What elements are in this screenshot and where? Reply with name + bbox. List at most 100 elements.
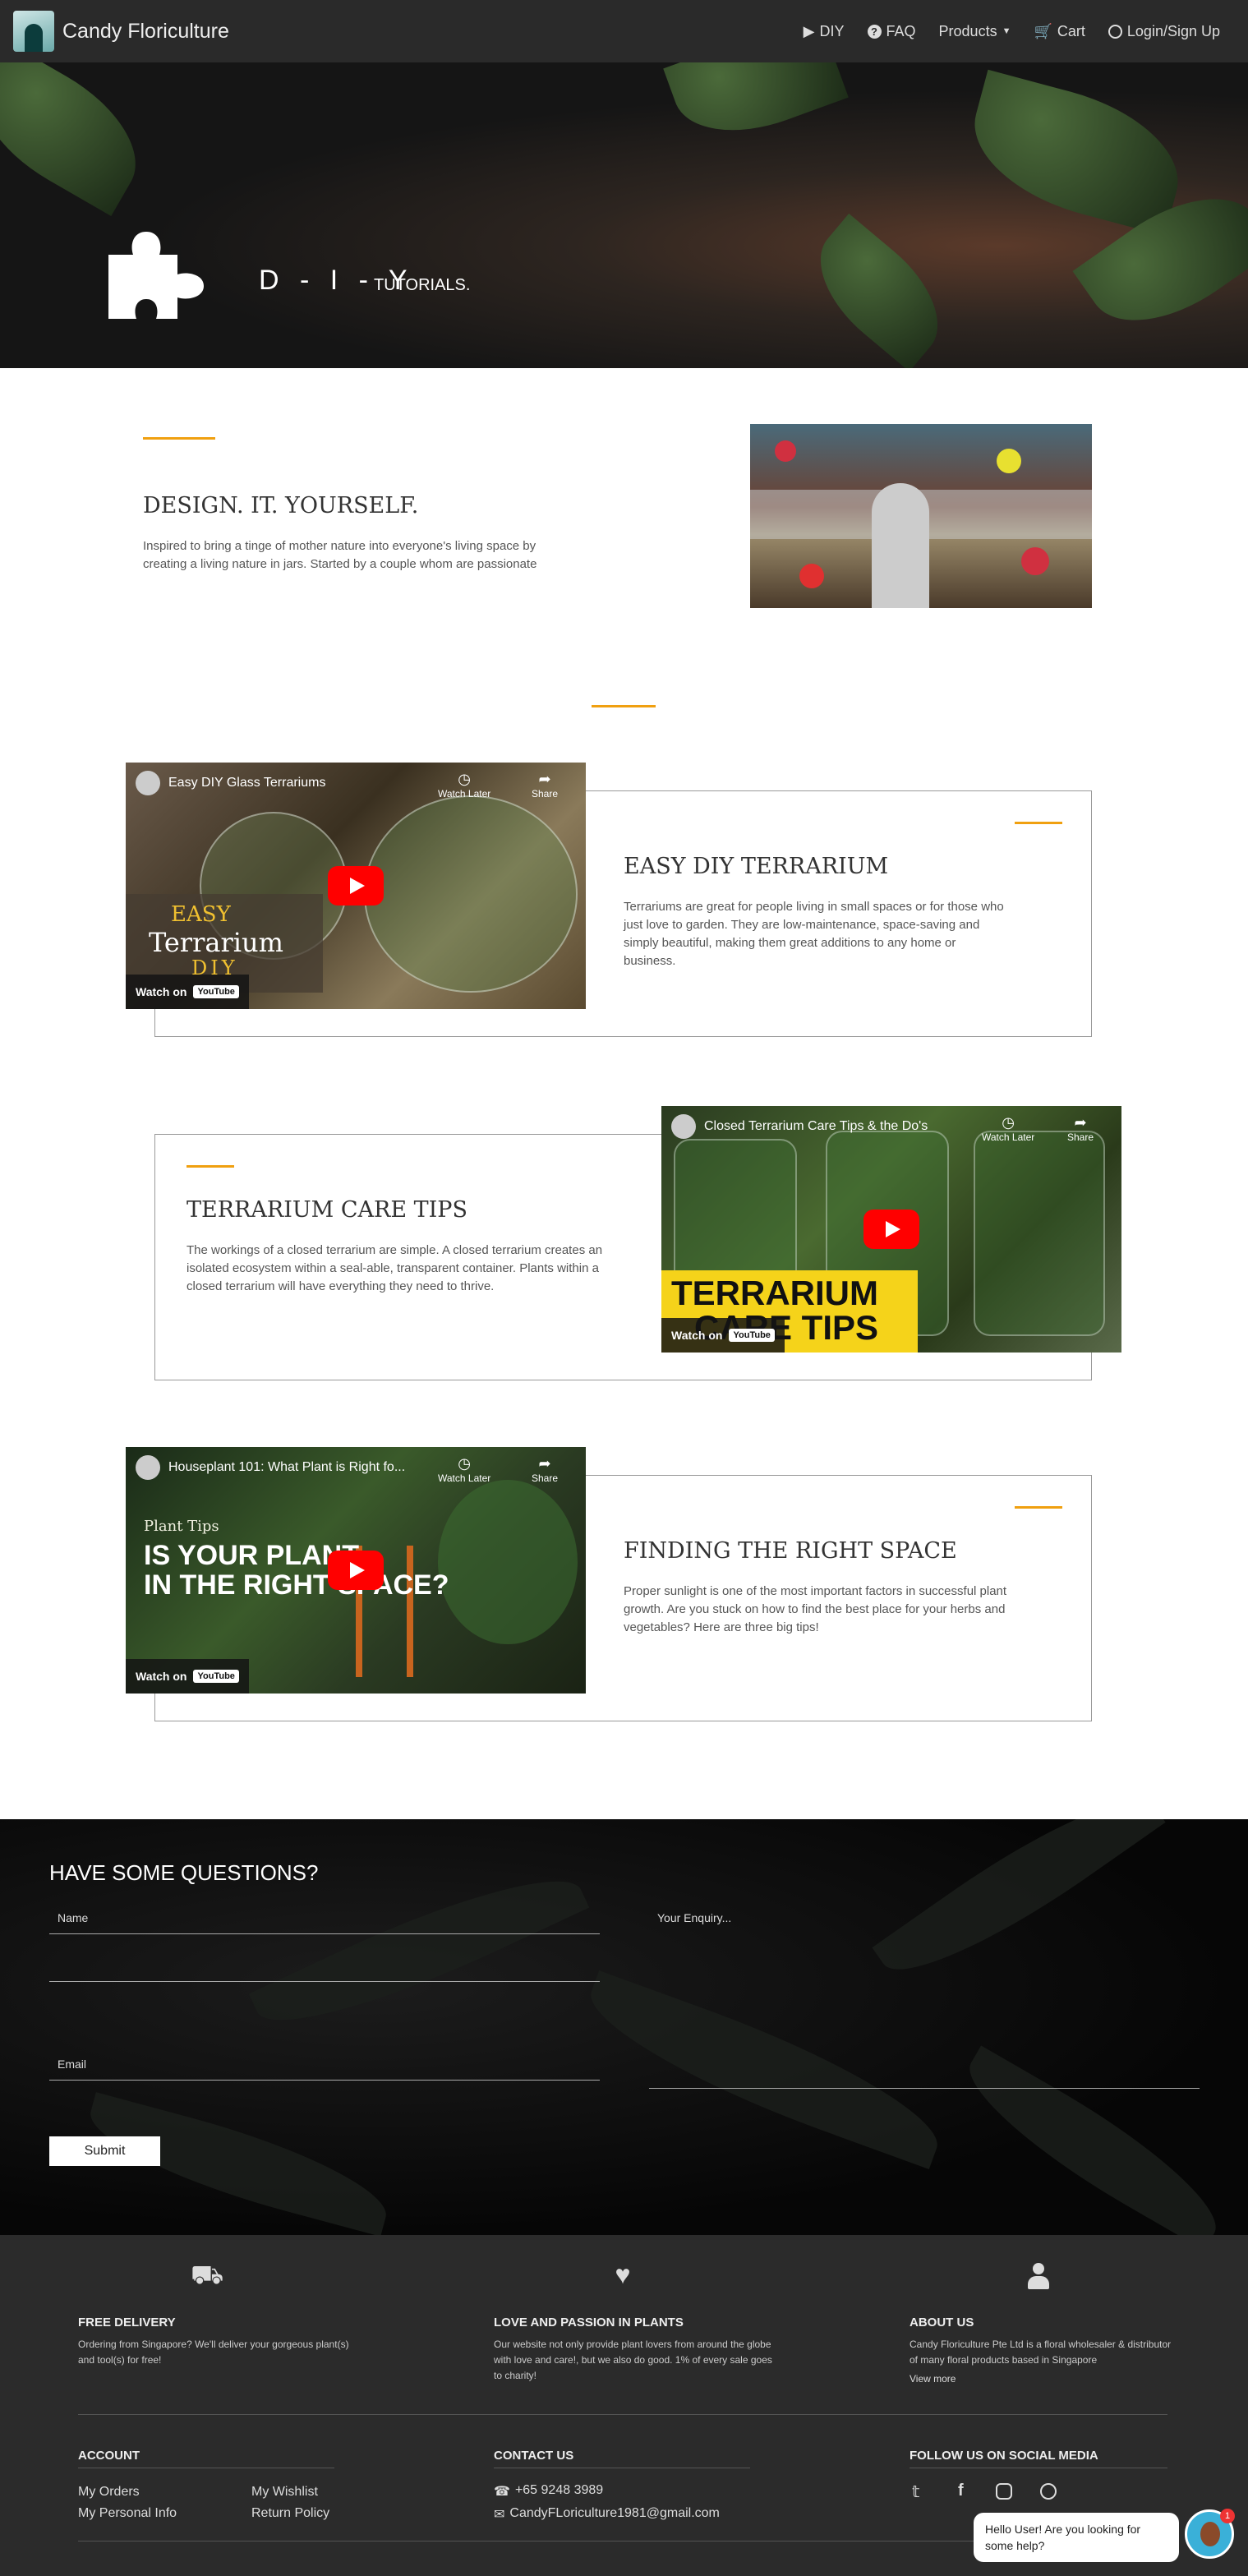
instagram-icon[interactable] <box>996 2483 1012 2500</box>
navbar: Candy Floriculture ▶ DIY ? FAQ Products ▼ 🛒… <box>0 0 1248 62</box>
tutorial-text: The workings of a closed terrarium are s… <box>187 1243 603 1293</box>
puzzle-icon <box>108 232 204 319</box>
view-more-link[interactable]: View more <box>910 2371 956 2387</box>
brand-logo[interactable] <box>13 11 54 52</box>
chatbot-avatar[interactable]: 1 <box>1185 2509 1235 2559</box>
tutorial-heading: FINDING THE RIGHT SPACE <box>624 1538 957 1564</box>
user-circle-icon <box>1108 24 1122 39</box>
play-button[interactable] <box>328 866 384 906</box>
overlay-text: Plant Tips <box>144 1518 219 1535</box>
leaf-decoration <box>0 62 161 216</box>
channel-avatar <box>671 1114 696 1139</box>
my-orders-link[interactable]: My Orders <box>78 2485 140 2500</box>
terrarium-jar <box>974 1131 1105 1336</box>
watch-on-youtube[interactable]: Watch on YouTube <box>661 1318 785 1353</box>
youtube-video-right-space[interactable]: Plant Tips IS YOUR PLANT IN THE RIGHT SP… <box>126 1447 586 1694</box>
my-wishlist-link[interactable]: My Wishlist <box>251 2485 318 2500</box>
return-policy-link[interactable]: Return Policy <box>251 2506 329 2521</box>
founder-photo <box>750 424 1092 608</box>
delivery-title: FREE DELIVERY <box>78 2316 176 2329</box>
chat-bubble[interactable]: Hello User! Are you looking for some hel… <box>974 2513 1179 2562</box>
accent-line <box>143 437 215 440</box>
leaf-decoration <box>795 213 963 368</box>
tutorial-heading: TERRARIUM CARE TIPS <box>187 1197 467 1223</box>
delivery-text: Ordering from Singapore? We'll deliver y… <box>78 2339 349 2366</box>
caret-down-icon: ▼ <box>1002 26 1011 36</box>
love-text: Our website not only provide plant lover… <box>494 2339 772 2381</box>
video-title[interactable]: Easy DIY Glass Terrariums <box>136 771 487 795</box>
name-field[interactable]: Name <box>49 1911 600 1934</box>
contact-title: CONTACT US <box>494 2449 574 2463</box>
personal-info-link[interactable]: My Personal Info <box>78 2506 177 2521</box>
youtube-logo: YouTube <box>729 1329 775 1342</box>
channel-avatar <box>136 1455 160 1480</box>
play-button[interactable] <box>863 1210 919 1249</box>
facebook-icon[interactable]: f <box>958 2482 964 2500</box>
video-title[interactable]: Houseplant 101: What Plant is Right fo..… <box>136 1455 487 1480</box>
whatsapp-icon[interactable] <box>1040 2483 1057 2500</box>
accent-line <box>1015 822 1062 824</box>
youtube-video-easy-diy[interactable]: EASY Terrarium DIY Easy DIY Glass Terrar… <box>126 763 586 1009</box>
video-title[interactable]: Closed Terrarium Care Tips & the Do's <box>671 1114 1023 1139</box>
clock-icon: ◷ <box>458 771 471 787</box>
user-icon <box>1022 2260 1055 2293</box>
name-field-underline <box>49 1957 600 1982</box>
overlay-text: EASY <box>171 902 231 927</box>
social-title: FOLLOW US ON SOCIAL MEDIA <box>910 2449 1098 2463</box>
watch-later-button[interactable]: ◷ Watch Later <box>438 1455 490 1484</box>
notification-badge: 1 <box>1220 2509 1235 2523</box>
email-field[interactable]: Email <box>49 2058 600 2081</box>
share-icon: ➦ <box>1074 1114 1087 1131</box>
youtube-logo: YouTube <box>193 985 239 998</box>
share-button[interactable]: ➦ Share <box>532 771 558 800</box>
watch-on-youtube[interactable]: Watch on YouTube <box>126 1659 249 1694</box>
nav-cart[interactable]: 🛒 Cart <box>1034 23 1085 40</box>
youtube-logo: YouTube <box>193 1670 239 1683</box>
nav-products-dropdown[interactable]: Products ▼ <box>939 23 1011 40</box>
nav-faq[interactable]: ? FAQ <box>867 23 916 40</box>
tutorial-text: Proper sunlight is one of the most impor… <box>624 1584 1007 1634</box>
envelope-icon: ✉ <box>494 2508 505 2522</box>
play-button[interactable] <box>328 1551 384 1590</box>
nav-links: ▶ DIY ? FAQ Products ▼ 🛒 Cart Login/Sign Up <box>804 0 1220 62</box>
intro-heading: DESIGN. IT. YOURSELF. <box>143 493 419 518</box>
terrarium-jar <box>364 795 578 993</box>
about-text: Candy Floriculture Pte Ltd is a floral w… <box>910 2339 1172 2366</box>
person-figure <box>872 483 929 608</box>
hero-banner: D - I - Y TUTORIALS. <box>0 62 1248 368</box>
share-button[interactable]: ➦ Share <box>1067 1114 1094 1143</box>
hero-subtitle: TUTORIALS. <box>374 276 471 294</box>
submit-button[interactable]: Submit <box>49 2136 160 2166</box>
twitter-icon[interactable]: 𝕥 <box>912 2482 919 2502</box>
intro-text: Inspired to bring a tinge of mother natu… <box>143 539 537 571</box>
heart-icon: ♥ <box>615 2260 631 2289</box>
watch-later-button[interactable]: ◷ Watch Later <box>438 771 490 800</box>
youtube-video-care-tips[interactable]: TERRARIUM CARE TIPS Closed Terrarium Car… <box>661 1106 1121 1353</box>
overlay-text: TERRARIUM <box>671 1274 878 1312</box>
clock-icon: ◷ <box>458 1455 471 1472</box>
tutorial-heading: EASY DIY TERRARIUM <box>624 854 889 879</box>
chatbot-face <box>1200 2522 1220 2546</box>
phone-icon: ☎ <box>494 2485 510 2499</box>
nav-login[interactable]: Login/Sign Up <box>1108 23 1220 40</box>
love-title: LOVE AND PASSION IN PLANTS <box>494 2316 684 2329</box>
email-info[interactable]: ✉ CandyFLoriculture1981@gmail.com <box>494 2506 720 2523</box>
overlay-text: IS YOUR PLANT <box>144 1540 359 1571</box>
accent-line <box>1015 1506 1062 1509</box>
share-button[interactable]: ➦ Share <box>532 1455 558 1484</box>
overlay-text: Terrarium <box>149 927 283 958</box>
phone-info: ☎ +65 9248 3989 <box>494 2483 604 2499</box>
question-circle-icon: ? <box>867 24 882 39</box>
leaf-decoration <box>663 62 849 154</box>
cart-icon: 🛒 <box>1034 22 1052 39</box>
clock-icon: ◷ <box>1002 1114 1015 1131</box>
nav-diy[interactable]: ▶ DIY <box>804 23 845 40</box>
tutorial-text: Terrariums are great for people living i… <box>624 900 1004 968</box>
watch-on-youtube[interactable]: Watch on YouTube <box>126 975 249 1009</box>
enquiry-textarea[interactable]: Your Enquiry... <box>649 1911 1200 2089</box>
watch-later-button[interactable]: ◷ Watch Later <box>982 1114 1034 1143</box>
about-title: ABOUT US <box>910 2316 974 2329</box>
brand-name[interactable]: Candy Floriculture <box>62 20 229 44</box>
truck-icon: ⛟ <box>191 2260 224 2289</box>
account-title: ACCOUNT <box>78 2449 140 2463</box>
